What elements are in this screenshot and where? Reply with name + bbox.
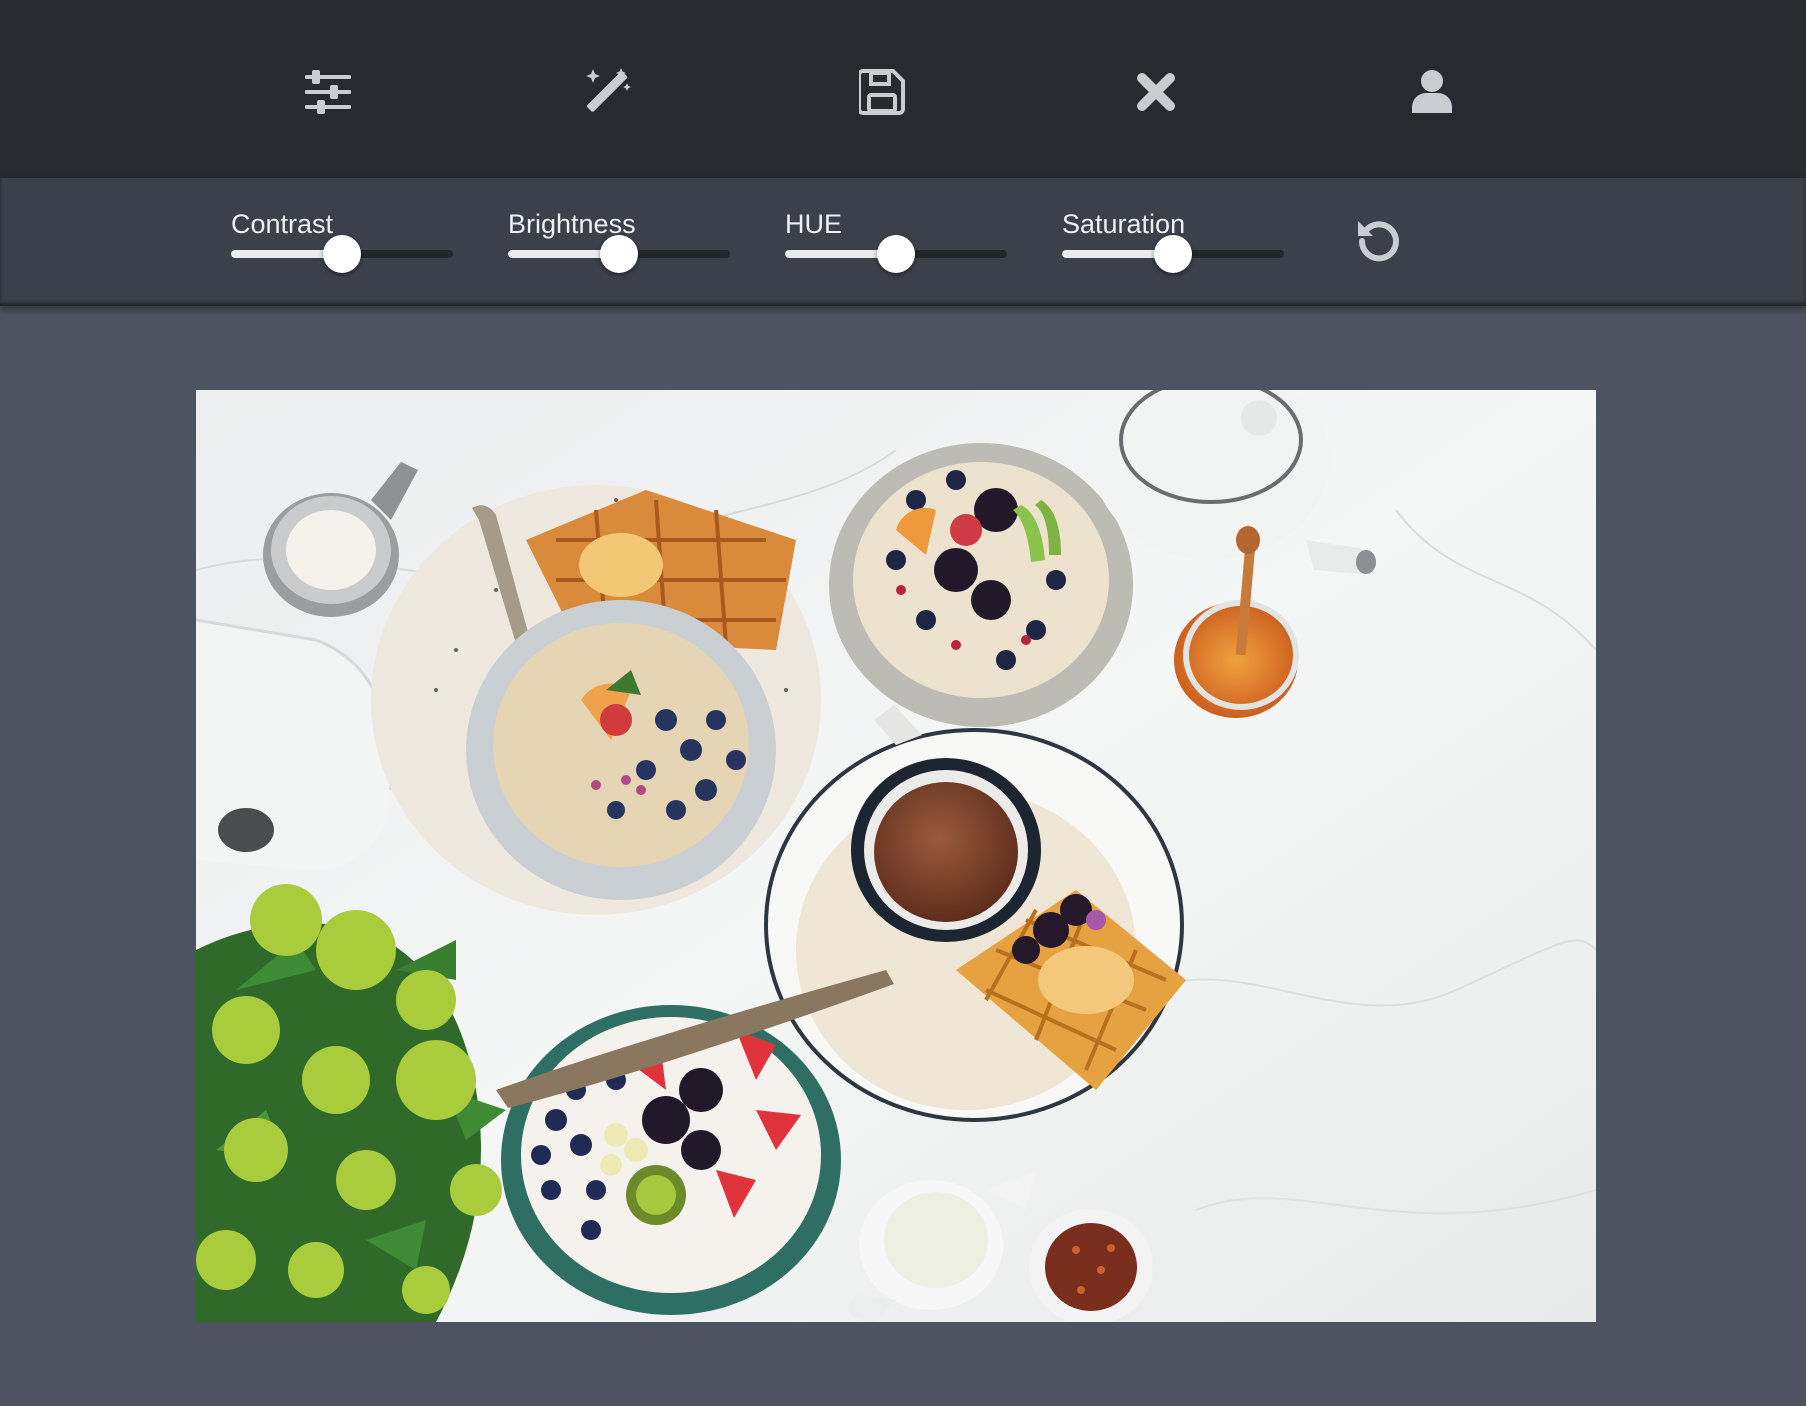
- hue-slider[interactable]: [785, 235, 1007, 273]
- hue-slider-thumb[interactable]: [877, 235, 915, 273]
- close-icon: [1137, 73, 1175, 111]
- saturation-slider[interactable]: [1062, 235, 1284, 273]
- photo-canvas[interactable]: [196, 390, 1596, 1322]
- brightness-slider[interactable]: [508, 235, 730, 273]
- breakfast-photo: [196, 390, 1596, 1322]
- floppy-disk-icon: [859, 69, 905, 115]
- hue-slider-group: HUE: [785, 208, 1007, 273]
- save-button[interactable]: [845, 55, 919, 129]
- saturation-slider-group: Saturation: [1062, 208, 1284, 273]
- contrast-slider-thumb[interactable]: [323, 235, 361, 273]
- saturation-slider-thumb[interactable]: [1154, 235, 1192, 273]
- brightness-slider-thumb[interactable]: [600, 235, 638, 273]
- user-button[interactable]: [1395, 55, 1469, 129]
- reset-button[interactable]: [1352, 214, 1406, 268]
- auto-enhance-button[interactable]: [569, 55, 643, 129]
- magic-wand-icon: [586, 68, 631, 112]
- user-icon: [1412, 70, 1452, 113]
- adjustment-bar: Contrast Brightness HUE Saturation: [0, 178, 1806, 306]
- close-button[interactable]: [1119, 55, 1193, 129]
- reset-icon: [1358, 221, 1399, 262]
- adjustments-button[interactable]: [291, 55, 365, 129]
- contrast-slider[interactable]: [231, 235, 453, 273]
- top-toolbar: [0, 0, 1806, 178]
- brightness-slider-group: Brightness: [508, 208, 730, 273]
- sliders-icon: [305, 70, 351, 114]
- contrast-slider-group: Contrast: [231, 208, 453, 273]
